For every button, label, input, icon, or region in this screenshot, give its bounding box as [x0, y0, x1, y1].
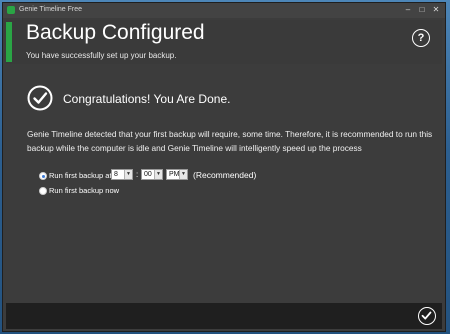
chevron-down-icon: ▼	[154, 170, 162, 179]
hour-value: 8	[114, 171, 118, 178]
run-now-radio[interactable]	[39, 187, 47, 195]
footer-bar	[6, 303, 442, 329]
page-header: Backup Configured You have successfully …	[6, 20, 442, 64]
close-button[interactable]: ✕	[429, 4, 443, 16]
accent-bar	[6, 22, 12, 62]
run-at-time-label: Run first backup at:	[49, 171, 114, 180]
done-button[interactable]	[418, 307, 436, 325]
help-button[interactable]: ?	[412, 29, 430, 47]
description-text: Genie Timeline detected that your first …	[27, 129, 433, 153]
ampm-value: PM	[169, 171, 180, 178]
run-now-label: Run first backup now	[49, 186, 120, 195]
congratulations-text: Congratulations! You Are Done.	[63, 92, 231, 106]
app-window: Genie Timeline Free – □ ✕ Backup Configu…	[2, 2, 446, 332]
recommended-note: (Recommended)	[193, 170, 257, 180]
check-icon	[421, 311, 432, 320]
time-separator: :	[136, 170, 139, 179]
title-bar[interactable]: Genie Timeline Free – □ ✕	[3, 3, 445, 18]
window-title: Genie Timeline Free	[19, 6, 83, 13]
minute-value: 00	[144, 171, 152, 178]
page-title: Backup Configured	[26, 21, 205, 44]
ampm-select[interactable]: PM ▼	[166, 169, 188, 180]
check-circle-icon	[27, 85, 53, 111]
window-controls: – □ ✕	[401, 4, 443, 16]
maximize-button[interactable]: □	[415, 4, 429, 16]
minimize-button[interactable]: –	[401, 4, 415, 16]
run-at-time-radio[interactable]	[39, 172, 47, 180]
minute-select[interactable]: 00 ▼	[141, 169, 163, 180]
chevron-down-icon: ▼	[179, 170, 187, 179]
app-icon	[7, 6, 15, 14]
chevron-down-icon: ▼	[124, 170, 132, 179]
page-subtitle: You have successfully set up your backup…	[26, 51, 177, 60]
hour-select[interactable]: 8 ▼	[111, 169, 133, 180]
